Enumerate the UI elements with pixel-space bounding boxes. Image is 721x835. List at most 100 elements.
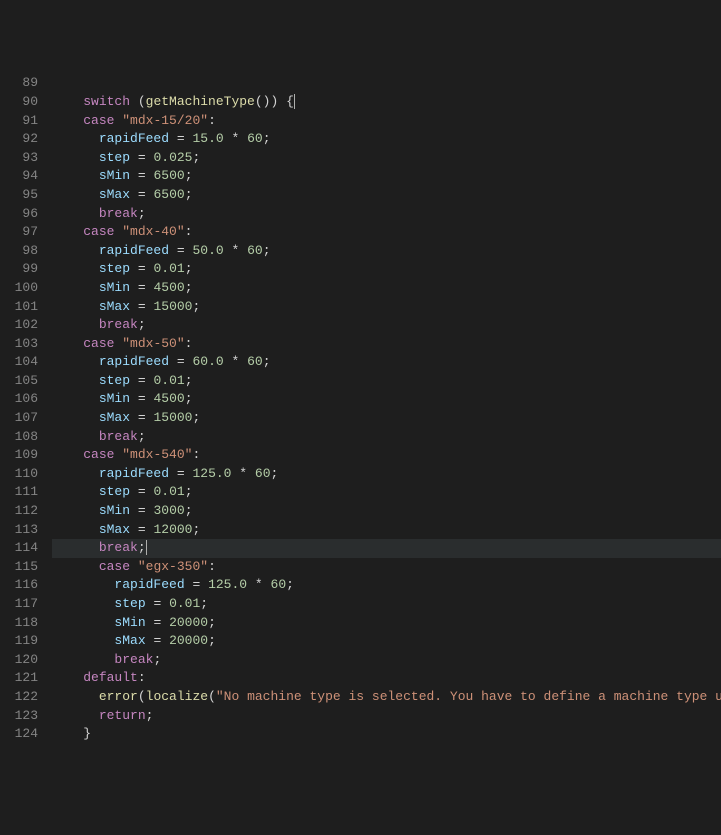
token-p: ; [185,373,193,388]
line-number: 93 [0,149,38,168]
code-line[interactable]: sMin = 6500; [52,167,721,186]
code-line[interactable]: case "mdx-15/20": [52,112,721,131]
token-op: = [138,280,146,295]
code-line[interactable]: break; [52,316,721,335]
code-line[interactable]: break; [52,205,721,224]
line-number: 109 [0,446,38,465]
token-n: 6500 [153,168,184,183]
code-editor[interactable]: 8990919293949596979899100101102103104105… [0,74,721,742]
token-v: sMin [99,280,130,295]
code-line[interactable]: error(localize("No machine type is selec… [52,688,721,707]
code-line[interactable]: return; [52,707,721,726]
token-p: ; [192,410,200,425]
token-fn: getMachineType [146,94,255,109]
token-fn: error [99,689,138,704]
line-number: 99 [0,260,38,279]
line-number: 124 [0,725,38,744]
line-number: 116 [0,576,38,595]
token-n: 60.0 [192,354,223,369]
token-p [200,577,208,592]
token-op: = [138,168,146,183]
token-n: 20000 [169,615,208,630]
code-line[interactable]: case "mdx-540": [52,446,721,465]
token-s: "mdx-15/20" [122,113,208,128]
line-number: 102 [0,316,38,335]
token-p: ; [192,299,200,314]
code-line[interactable]: sMin = 3000; [52,502,721,521]
token-k: case [83,113,114,128]
code-line[interactable]: rapidFeed = 15.0 * 60; [52,130,721,149]
code-line[interactable]: sMax = 20000; [52,632,721,651]
token-v: rapidFeed [99,243,169,258]
token-p [263,577,271,592]
token-s: "mdx-50" [122,336,184,351]
code-line[interactable]: break; [52,651,721,670]
token-p: ; [146,708,154,723]
code-line[interactable]: break; [52,539,721,558]
code-line[interactable]: sMax = 12000; [52,521,721,540]
token-op: = [138,373,146,388]
code-line[interactable]: default: [52,669,721,688]
token-n: 60 [271,577,287,592]
code-line[interactable]: case "egx-350": [52,558,721,577]
token-p [130,503,138,518]
code-line[interactable]: case "mdx-50": [52,335,721,354]
token-p: ; [271,466,279,481]
code-line[interactable]: break; [52,428,721,447]
code-line[interactable]: case "mdx-40": [52,223,721,242]
code-line[interactable]: step = 0.01; [52,372,721,391]
code-line[interactable]: sMax = 15000; [52,298,721,317]
token-n: 15000 [153,410,192,425]
line-number: 112 [0,502,38,521]
code-line[interactable]: step = 0.01; [52,595,721,614]
code-line[interactable]: } [52,725,721,744]
code-line[interactable]: sMin = 4500; [52,390,721,409]
token-v: rapidFeed [99,354,169,369]
token-v: sMax [99,187,130,202]
token-p [224,131,232,146]
code-line[interactable]: rapidFeed = 125.0 * 60; [52,576,721,595]
token-op: = [177,466,185,481]
line-number: 90 [0,93,38,112]
token-n: 60 [255,466,271,481]
token-k: switch [83,94,130,109]
line-number-gutter: 8990919293949596979899100101102103104105… [0,74,52,742]
code-line[interactable]: step = 0.01; [52,483,721,502]
code-line[interactable]: sMin = 20000; [52,614,721,633]
token-n: 4500 [153,280,184,295]
code-line[interactable]: step = 0.025; [52,149,721,168]
token-p: ; [138,540,146,555]
token-p [169,243,177,258]
token-v: rapidFeed [114,577,184,592]
token-n: 15000 [153,299,192,314]
code-area[interactable]: switch (getMachineType()) { case "mdx-15… [52,74,721,742]
code-line[interactable]: sMax = 15000; [52,409,721,428]
token-p [130,484,138,499]
code-line[interactable]: step = 0.01; [52,260,721,279]
line-number: 98 [0,242,38,261]
code-line[interactable] [52,74,721,93]
text-cursor [146,540,147,555]
token-s: "mdx-40" [122,224,184,239]
code-line[interactable]: switch (getMachineType()) { [52,93,721,112]
token-p: ; [153,652,161,667]
line-number: 123 [0,707,38,726]
token-p [130,150,138,165]
code-line[interactable]: rapidFeed = 125.0 * 60; [52,465,721,484]
token-p [161,633,169,648]
token-k: return [99,708,146,723]
token-p [130,373,138,388]
token-k: break [99,206,138,221]
code-line[interactable]: sMax = 6500; [52,186,721,205]
token-op: = [138,391,146,406]
token-p: ; [208,615,216,630]
code-line[interactable]: sMin = 4500; [52,279,721,298]
line-number: 100 [0,279,38,298]
code-line[interactable]: rapidFeed = 50.0 * 60; [52,242,721,261]
token-p: ; [138,429,146,444]
line-number: 110 [0,465,38,484]
code-line[interactable]: rapidFeed = 60.0 * 60; [52,353,721,372]
token-v: sMin [99,503,130,518]
token-p: ; [185,391,193,406]
token-p: ; [192,150,200,165]
